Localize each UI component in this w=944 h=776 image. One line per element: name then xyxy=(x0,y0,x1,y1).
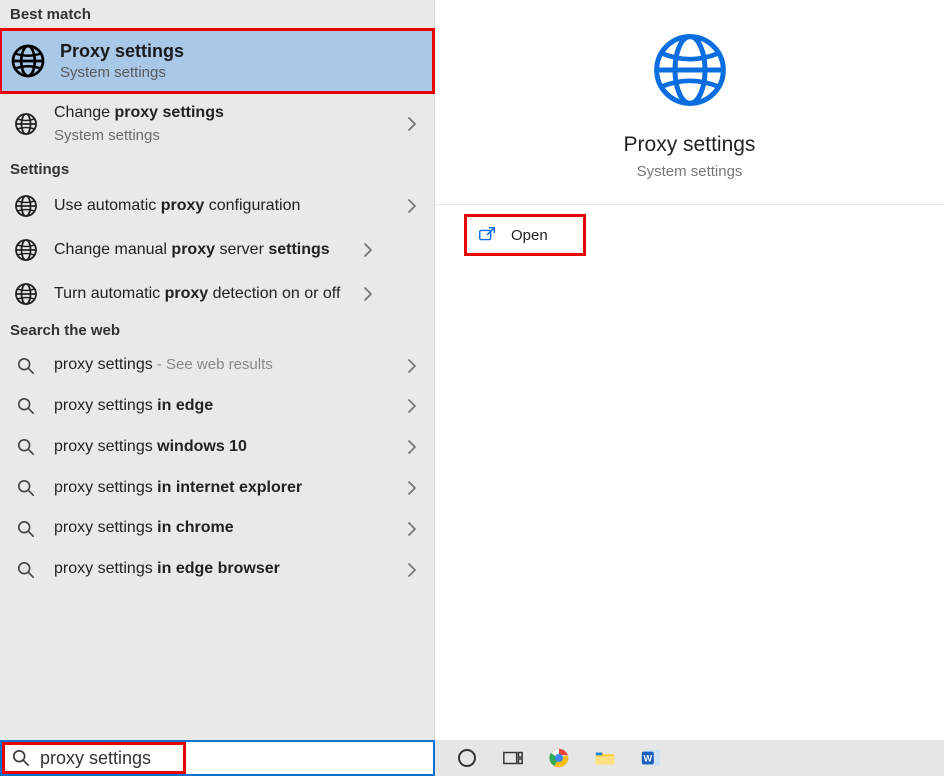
search-icon xyxy=(17,479,35,497)
chevron-right-icon xyxy=(402,196,422,216)
web-result[interactable]: proxy settings in internet explorer xyxy=(0,468,434,509)
web-result-text: proxy settings in internet explorer xyxy=(54,478,388,499)
open-icon xyxy=(477,225,497,245)
search-input[interactable] xyxy=(40,748,433,769)
chevron-right-icon xyxy=(402,560,422,580)
result-turn-automatic-proxy[interactable]: Turn automatic proxy detection on or off xyxy=(0,272,434,316)
web-result-text: proxy settings - See web results xyxy=(54,355,388,376)
globe-icon xyxy=(650,30,730,110)
section-header-best-match: Best match xyxy=(0,0,434,29)
search-icon xyxy=(17,357,35,375)
search-icon xyxy=(17,397,35,415)
globe-icon xyxy=(10,43,46,79)
result-change-proxy-settings[interactable]: Change proxy settings System settings xyxy=(0,93,434,155)
web-result[interactable]: proxy settings in chrome xyxy=(0,508,434,549)
web-result[interactable]: proxy settings - See web results xyxy=(0,345,434,386)
chevron-right-icon xyxy=(358,240,378,260)
search-icon xyxy=(17,438,35,456)
search-icon xyxy=(12,749,30,767)
section-header-settings: Settings xyxy=(0,155,434,184)
web-result[interactable]: proxy settings in edge xyxy=(0,386,434,427)
word-icon[interactable]: W xyxy=(639,746,663,770)
detail-panel: Proxy settings System settings Open xyxy=(435,0,944,740)
best-match-proxy-settings[interactable]: Proxy settings System settings xyxy=(0,29,434,93)
web-result-text: proxy settings in chrome xyxy=(54,518,388,539)
detail-header: Proxy settings System settings xyxy=(435,0,944,205)
task-view-icon[interactable] xyxy=(501,746,525,770)
globe-icon xyxy=(14,112,38,136)
detail-subtitle: System settings xyxy=(435,163,944,180)
best-match-subtitle: System settings xyxy=(60,64,422,81)
chevron-right-icon xyxy=(402,519,422,539)
file-explorer-icon[interactable] xyxy=(593,746,617,770)
chevron-right-icon xyxy=(402,478,422,498)
search-bar[interactable] xyxy=(0,740,435,776)
search-results-panel: Best match Proxy settings System setting… xyxy=(0,0,435,740)
web-result-text: proxy settings in edge browser xyxy=(54,559,388,580)
open-label: Open xyxy=(511,227,548,244)
web-result-text: proxy settings in edge xyxy=(54,396,388,417)
web-result[interactable]: proxy settings in edge browser xyxy=(0,549,434,590)
search-icon xyxy=(17,520,35,538)
taskbar: W xyxy=(435,740,944,776)
result-change-manual-proxy[interactable]: Change manual proxy server settings xyxy=(0,228,434,272)
web-result[interactable]: proxy settings windows 10 xyxy=(0,427,434,468)
chevron-right-icon xyxy=(402,114,422,134)
globe-icon xyxy=(14,238,38,262)
chevron-right-icon xyxy=(402,356,422,376)
globe-icon xyxy=(14,194,38,218)
best-match-title: Proxy settings xyxy=(60,41,422,62)
result-use-automatic-proxy[interactable]: Use automatic proxy configuration xyxy=(0,184,434,228)
search-icon xyxy=(17,561,35,579)
section-header-search-web: Search the web xyxy=(0,316,434,345)
svg-text:W: W xyxy=(643,754,652,764)
chevron-right-icon xyxy=(358,284,378,304)
cortana-icon[interactable] xyxy=(455,746,479,770)
detail-title: Proxy settings xyxy=(435,133,944,157)
globe-icon xyxy=(14,282,38,306)
chevron-right-icon xyxy=(402,437,422,457)
chevron-right-icon xyxy=(402,396,422,416)
chrome-icon[interactable] xyxy=(547,746,571,770)
web-result-text: proxy settings windows 10 xyxy=(54,437,388,458)
open-action[interactable]: Open xyxy=(465,215,585,255)
